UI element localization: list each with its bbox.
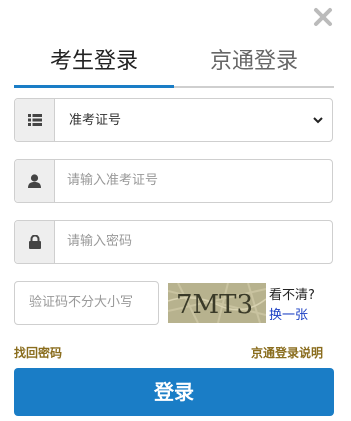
user-icon bbox=[15, 160, 55, 202]
forgot-password-link[interactable]: 找回密码 bbox=[14, 344, 62, 361]
captcha-text: 7MT3 bbox=[176, 290, 253, 320]
close-icon[interactable] bbox=[310, 4, 336, 30]
username-input[interactable]: 请输入准考证号 bbox=[67, 160, 158, 202]
captcha-refresh-link[interactable]: 换一张 bbox=[269, 304, 308, 323]
password-field[interactable]: 请输入密码 bbox=[14, 220, 333, 264]
login-button[interactable]: 登录 bbox=[14, 368, 334, 416]
password-input[interactable]: 请输入密码 bbox=[67, 221, 132, 263]
captcha-input[interactable]: 验证码不分大小写 bbox=[29, 282, 133, 324]
captcha-help-text: 看不清? bbox=[269, 288, 315, 303]
captcha-field[interactable]: 验证码不分大小写 bbox=[14, 281, 159, 325]
id-type-select[interactable]: 准考证号 bbox=[55, 99, 332, 141]
list-icon bbox=[15, 99, 55, 141]
jingtong-help-link[interactable]: 京通登录说明 bbox=[251, 344, 323, 361]
captcha-image[interactable]: 7MT3 bbox=[168, 283, 266, 323]
lock-icon bbox=[15, 221, 55, 263]
chevron-down-icon bbox=[313, 117, 323, 124]
id-type-field: 准考证号 bbox=[14, 98, 333, 142]
login-tabs: 考生登录 京通登录 bbox=[14, 44, 334, 90]
username-field[interactable]: 请输入准考证号 bbox=[14, 159, 333, 203]
tab-candidate-login[interactable]: 考生登录 bbox=[14, 44, 174, 86]
active-tab-indicator bbox=[14, 85, 174, 88]
tab-jingtong-login[interactable]: 京通登录 bbox=[174, 44, 334, 86]
